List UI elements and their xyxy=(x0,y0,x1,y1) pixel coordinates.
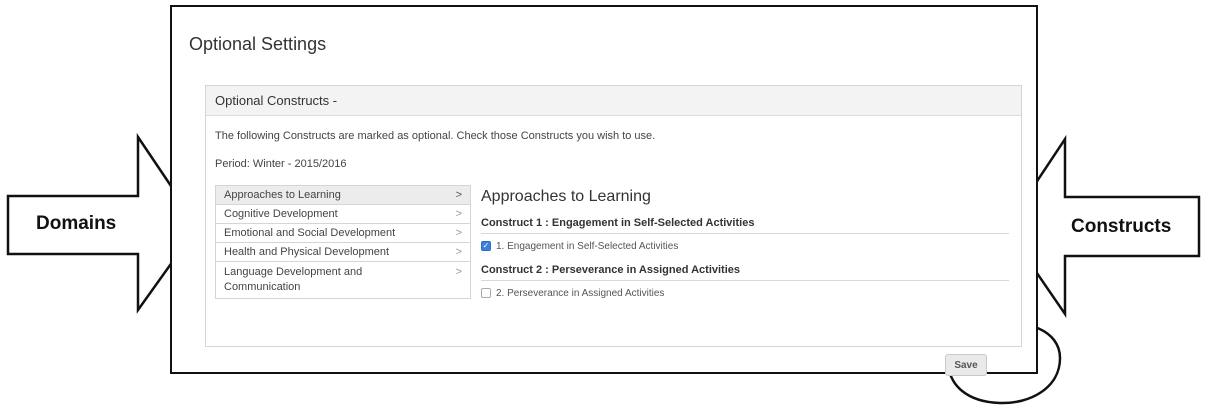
domains-annotation-label: Domains xyxy=(36,213,117,234)
optional-constructs-panel: Optional Constructs - The following Cons… xyxy=(205,85,1022,347)
domain-item-label: Health and Physical Development xyxy=(224,246,390,258)
chevron-right-icon: > xyxy=(455,246,462,258)
domain-item-label: Emotional and Social Development xyxy=(224,227,396,239)
construct-heading: Construct 2 : Perseverance in Assigned A… xyxy=(481,256,1009,281)
construct-heading: Construct 1 : Engagement in Self-Selecte… xyxy=(481,209,1009,234)
section-title: Approaches to Learning xyxy=(481,188,651,205)
construct-option[interactable]: ✓ 1. Engagement in Self-Selected Activit… xyxy=(481,234,1009,256)
chevron-right-icon: > xyxy=(455,227,462,239)
save-button[interactable]: Save xyxy=(945,354,987,376)
page-title: Optional Settings xyxy=(189,34,327,54)
checkbox-checked-icon[interactable]: ✓ xyxy=(481,241,491,251)
settings-window: Optional Settings Optional Constructs - … xyxy=(170,5,1038,376)
construct-option-label: 1. Engagement in Self-Selected Activitie… xyxy=(496,240,679,252)
domain-item-label: Cognitive Development xyxy=(224,208,338,220)
constructs-annotation-label: Constructs xyxy=(1071,216,1172,237)
constructs-section: Approaches to Learning Construct 1 : Eng… xyxy=(481,185,1009,303)
panel-description: The following Constructs are marked as o… xyxy=(215,130,656,142)
domain-item-health-physical-development[interactable]: Health and Physical Development > xyxy=(216,243,470,262)
domain-item-language-development[interactable]: Language Development and Communication > xyxy=(216,262,470,298)
checkbox-unchecked-icon[interactable] xyxy=(481,288,491,298)
domain-list: Approaches to Learning > Cognitive Devel… xyxy=(215,185,471,299)
domain-item-approaches-to-learning[interactable]: Approaches to Learning > xyxy=(216,186,470,205)
domain-item-label: Approaches to Learning xyxy=(224,189,341,201)
construct-option[interactable]: 2. Perseverance in Assigned Activities xyxy=(481,281,1009,303)
chevron-right-icon: > xyxy=(455,189,462,201)
panel-header[interactable]: Optional Constructs - xyxy=(206,86,1021,116)
construct-option-label: 2. Perseverance in Assigned Activities xyxy=(496,287,665,299)
domain-item-cognitive-development[interactable]: Cognitive Development > xyxy=(216,205,470,224)
period-label: Period: Winter - 2015/2016 xyxy=(215,158,347,170)
domain-item-emotional-social-development[interactable]: Emotional and Social Development > xyxy=(216,224,470,243)
domain-item-label: Language Development and Communication xyxy=(224,266,363,293)
chevron-right-icon: > xyxy=(455,208,462,220)
chevron-right-icon: > xyxy=(455,266,462,278)
